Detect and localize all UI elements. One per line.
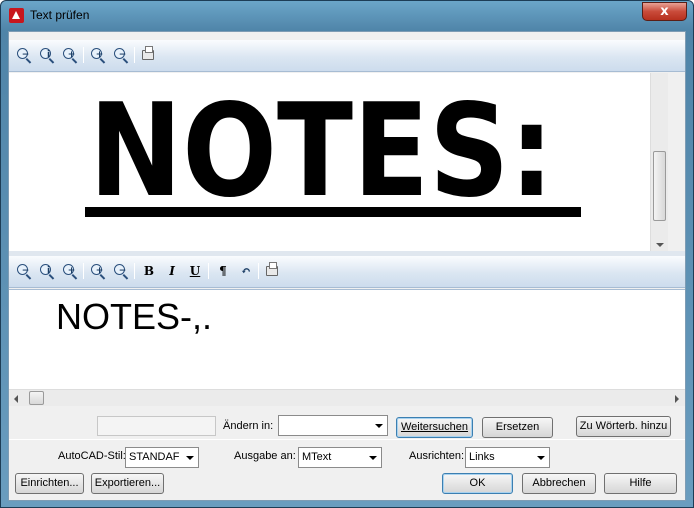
autocad-app-icon[interactable] <box>9 8 24 23</box>
setup-label: Einrichten... <box>20 477 79 489</box>
toolbar-separator <box>83 47 84 63</box>
help-button[interactable]: Hilfe <box>604 473 677 494</box>
align-value: Links <box>469 451 495 463</box>
print-preview-icon[interactable] <box>139 46 157 64</box>
style-value: STANDAF <box>129 451 180 463</box>
scanned-text: NOTES: <box>89 83 554 226</box>
toolbar-separator <box>134 263 135 279</box>
chevron-down-icon[interactable] <box>537 456 545 460</box>
chevron-down-icon[interactable] <box>369 456 377 460</box>
find-next-button[interactable]: Weitersuchen <box>396 417 473 438</box>
output-select[interactable]: MText <box>298 447 382 468</box>
editor-horizontal-scrollbar[interactable] <box>9 389 685 406</box>
zoom-out-small-icon[interactable]: − <box>112 46 130 64</box>
close-button[interactable]: x <box>642 2 687 21</box>
print-preview-icon[interactable] <box>263 262 281 280</box>
zoom-in-icon[interactable]: + <box>89 262 107 280</box>
undo-icon[interactable]: ↶ <box>237 262 255 280</box>
window-title: Text prüfen <box>30 8 90 22</box>
title-bar[interactable]: Text prüfen x <box>1 1 693 31</box>
change-to-label: Ändern in: <box>223 420 274 432</box>
export-button[interactable]: Exportieren... <box>91 473 164 494</box>
ok-label: OK <box>469 477 486 489</box>
align-select[interactable]: Links <box>465 447 550 468</box>
export-label: Exportieren... <box>94 477 161 489</box>
zoom-window-icon[interactable]: + <box>61 262 79 280</box>
change-to-combo[interactable] <box>278 415 388 436</box>
cancel-button[interactable]: Abbrechen <box>522 473 596 494</box>
underline-button[interactable]: U <box>186 262 204 280</box>
zoom-extents-icon[interactable]: i <box>38 262 56 280</box>
zoom-out-icon[interactable]: − <box>15 262 33 280</box>
scanned-image-preview: NOTES: <box>9 73 650 251</box>
ok-button[interactable]: OK <box>442 473 513 494</box>
align-label: Ausrichten: <box>409 450 465 462</box>
chevron-down-icon[interactable] <box>186 456 194 460</box>
style-select[interactable]: STANDAF <box>125 447 199 468</box>
scroll-right-icon[interactable] <box>675 395 679 403</box>
editor-toolbar: − i + + − B I U ¶ ↶ <box>9 256 685 288</box>
output-label: Ausgabe an: <box>234 450 296 462</box>
scroll-left-icon[interactable] <box>14 395 18 403</box>
find-next-label: Weitersuchen <box>400 421 469 433</box>
preview-vertical-scrollbar[interactable] <box>650 73 668 251</box>
style-label: AutoCAD-Stil: <box>58 450 126 462</box>
help-label: Hilfe <box>629 477 652 489</box>
paragraph-icon[interactable]: ¶ <box>214 262 232 280</box>
setup-button[interactable]: Einrichten... <box>15 473 84 494</box>
scrollbar-thumb[interactable] <box>29 391 44 405</box>
section-divider <box>9 439 685 440</box>
zoom-window-icon[interactable]: + <box>61 46 79 64</box>
chevron-down-icon[interactable] <box>375 424 383 428</box>
toolbar-separator <box>134 47 135 63</box>
italic-button[interactable]: I <box>163 262 181 280</box>
toolbar-separator <box>83 263 84 279</box>
add-to-dictionary-label: Zu Wörterb. hinzu <box>579 420 668 432</box>
bold-button[interactable]: B <box>140 262 158 280</box>
zoom-out-small-icon[interactable]: − <box>112 262 130 280</box>
unknown-word-field <box>97 416 216 436</box>
replace-label: Ersetzen <box>495 421 540 433</box>
cancel-label: Abbrechen <box>532 477 586 489</box>
recognized-text-editor[interactable]: NOTES-,. <box>9 289 685 389</box>
zoom-extents-icon[interactable]: i <box>38 46 56 64</box>
scanned-underline <box>85 207 581 217</box>
toolbar-separator <box>258 263 259 279</box>
scroll-down-icon[interactable] <box>656 243 664 247</box>
output-value: MText <box>302 451 332 463</box>
scrollbar-thumb[interactable] <box>653 151 666 221</box>
toolbar-separator <box>208 263 209 279</box>
zoom-out-icon[interactable]: − <box>15 46 33 64</box>
zoom-in-icon[interactable]: + <box>89 46 107 64</box>
add-to-dictionary-button[interactable]: Zu Wörterb. hinzu <box>576 416 671 437</box>
scanned-notes-image: NOTES: <box>85 83 581 226</box>
preview-toolbar: − i + + − <box>9 40 685 72</box>
dialog-client: − i + + − NOTES: − i + + − B I U ¶ ↶ NOT… <box>8 31 686 501</box>
dialog-window: Text prüfen x − i + + − NOTES: − i + + −… <box>0 0 694 508</box>
replace-button[interactable]: Ersetzen <box>482 417 553 438</box>
recognized-text[interactable]: NOTES-,. <box>56 296 212 338</box>
